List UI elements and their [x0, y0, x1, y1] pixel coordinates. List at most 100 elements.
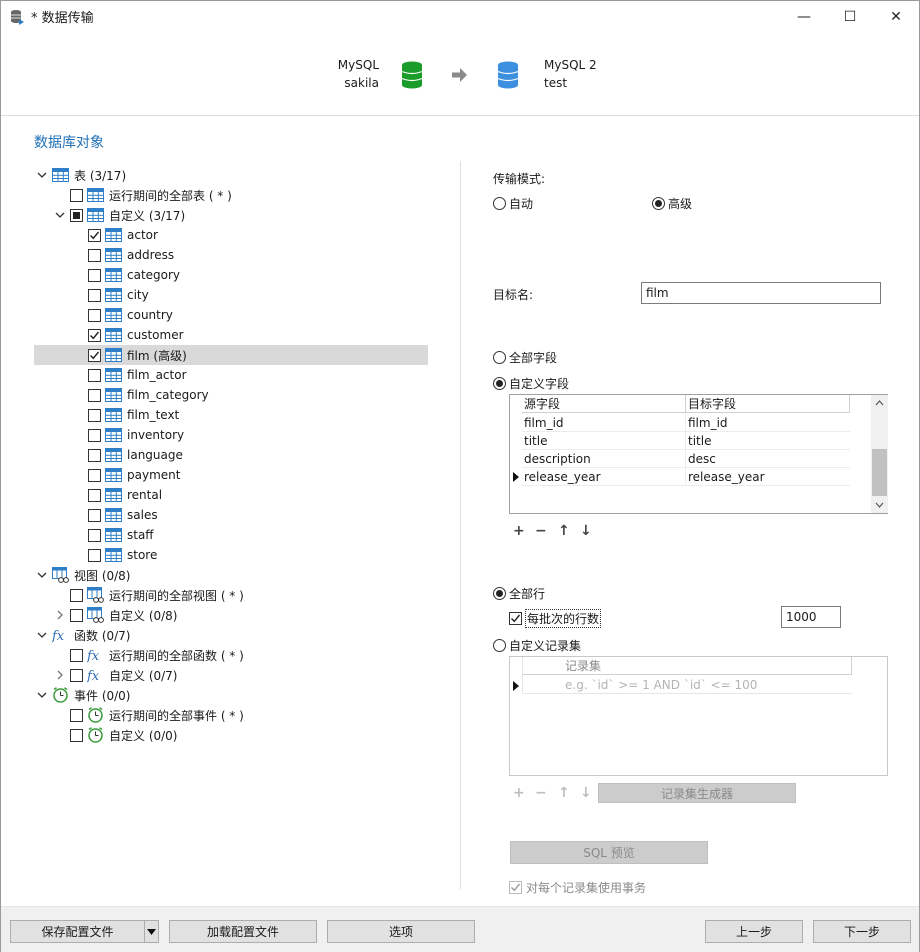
scroll-down-icon[interactable] — [874, 500, 885, 510]
save-profile-button[interactable]: 保存配置文件 — [10, 920, 145, 943]
chevron-down-icon[interactable] — [36, 169, 48, 181]
tree-checkbox[interactable] — [70, 648, 83, 662]
tree-row-table-item[interactable]: category — [34, 265, 428, 285]
tree-row-table-item[interactable]: language — [34, 445, 428, 465]
tree-row-table-item[interactable]: city — [34, 285, 428, 305]
move-recordset-down-button[interactable]: ↓ — [580, 785, 592, 801]
tree-row-table-item[interactable]: film_text — [34, 405, 428, 425]
scroll-up-icon[interactable] — [874, 398, 885, 408]
source-field-cell[interactable]: film_id — [522, 414, 686, 432]
tree-row-custom-events[interactable]: 自定义 (0/0) — [34, 725, 428, 745]
tree-row-table-item[interactable]: film_actor — [34, 365, 428, 385]
tree-row-table-item[interactable]: film (高级) — [34, 345, 428, 365]
tree-checkbox[interactable] — [88, 248, 101, 262]
tree-row-table-item[interactable]: store — [34, 545, 428, 565]
save-profile-dropdown-button[interactable] — [144, 920, 159, 943]
tree-row-events-group[interactable]: 事件 (0/0) — [34, 685, 428, 705]
add-field-button[interactable]: + — [513, 523, 525, 539]
tree-checkbox[interactable] — [88, 288, 101, 302]
chevron-down-icon[interactable] — [36, 569, 48, 581]
chevron-right-icon[interactable] — [54, 669, 66, 681]
rows-per-batch-checkbox[interactable]: 每批次的行数 — [509, 609, 602, 628]
tree-checkbox[interactable] — [88, 548, 101, 562]
next-button[interactable]: 下一步 — [813, 920, 911, 943]
maximize-button[interactable]: ☐ — [827, 1, 873, 32]
tree-row-all-runtime-functions[interactable]: 运行期间的全部函数 ( * ) — [34, 645, 428, 665]
tree-checkbox[interactable] — [88, 268, 101, 282]
tree-checkbox[interactable] — [70, 708, 83, 722]
tree-row-table-item[interactable]: sales — [34, 505, 428, 525]
load-profile-button[interactable]: 加载配置文件 — [169, 920, 317, 943]
tree-row-tables-group[interactable]: 表 (3/17) — [34, 165, 428, 185]
tree-checkbox[interactable] — [70, 588, 83, 602]
all-rows-radio[interactable]: 全部行 — [493, 585, 545, 602]
all-fields-radio[interactable]: 全部字段 — [493, 349, 557, 366]
tree-row-custom-tables[interactable]: 自定义 (3/17) — [34, 205, 428, 225]
tree-row-table-item[interactable]: actor — [34, 225, 428, 245]
tree-row-custom-views[interactable]: 自定义 (0/8) — [34, 605, 428, 625]
tree-checkbox[interactable] — [70, 728, 83, 742]
tree-row-all-runtime-events[interactable]: 运行期间的全部事件 ( * ) — [34, 705, 428, 725]
recordset-condition-cell[interactable]: e.g. `id` >= 1 AND `id` <= 100 — [522, 676, 852, 694]
move-field-up-button[interactable]: ↑ — [558, 523, 570, 539]
tree-checkbox[interactable] — [88, 508, 101, 522]
tree-row-table-item[interactable]: film_category — [34, 385, 428, 405]
target-field-cell[interactable]: release_year — [686, 468, 850, 486]
tree-row-table-item[interactable]: payment — [34, 465, 428, 485]
tree-row-table-item[interactable]: inventory — [34, 425, 428, 445]
tree-checkbox[interactable] — [88, 468, 101, 482]
tree-row-all-runtime-views[interactable]: 运行期间的全部视图 ( * ) — [34, 585, 428, 605]
tree-checkbox[interactable] — [88, 388, 101, 402]
tree-row-views-group[interactable]: 视图 (0/8) — [34, 565, 428, 585]
mode-auto-radio[interactable]: 自动 — [493, 195, 533, 212]
options-button[interactable]: 选项 — [327, 920, 475, 943]
tree-checkbox[interactable] — [88, 348, 101, 362]
recordset-grid[interactable]: 记录集 e.g. `id` >= 1 AND `id` <= 100 — [509, 656, 888, 776]
tree-row-table-item[interactable]: rental — [34, 485, 428, 505]
target-field-header[interactable]: 目标字段 — [686, 395, 850, 413]
move-field-down-button[interactable]: ↓ — [580, 523, 592, 539]
tree-checkbox[interactable] — [70, 668, 83, 682]
close-button[interactable]: ✕ — [873, 1, 919, 32]
custom-recordset-radio[interactable]: 自定义记录集 — [493, 637, 581, 654]
tree-checkbox[interactable] — [88, 428, 101, 442]
custom-fields-radio[interactable]: 自定义字段 — [493, 375, 569, 392]
target-field-cell[interactable]: desc — [686, 450, 850, 468]
tree-checkbox[interactable] — [70, 208, 83, 222]
chevron-down-icon[interactable] — [36, 689, 48, 701]
previous-button[interactable]: 上一步 — [705, 920, 803, 943]
tree-checkbox[interactable] — [88, 328, 101, 342]
tree-checkbox[interactable] — [88, 448, 101, 462]
move-recordset-up-button[interactable]: ↑ — [558, 785, 570, 801]
tree-row-table-item[interactable]: country — [34, 305, 428, 325]
tree-row-all-runtime-tables[interactable]: 运行期间的全部表 ( * ) — [34, 185, 428, 205]
remove-recordset-button[interactable]: − — [535, 785, 547, 801]
tree-checkbox[interactable] — [88, 528, 101, 542]
tree-row-table-item[interactable]: customer — [34, 325, 428, 345]
sql-preview-button[interactable]: SQL 预览 — [510, 841, 708, 864]
target-field-cell[interactable]: title — [686, 432, 850, 450]
tree-row-functions-group[interactable]: 函数 (0/7) — [34, 625, 428, 645]
field-grid-scrollbar[interactable] — [871, 395, 888, 513]
add-recordset-button[interactable]: + — [513, 785, 525, 801]
tree-checkbox[interactable] — [88, 368, 101, 382]
scrollbar-thumb[interactable] — [872, 449, 887, 496]
source-field-header[interactable]: 源字段 — [522, 395, 686, 413]
chevron-right-icon[interactable] — [54, 609, 66, 621]
chevron-down-icon[interactable] — [36, 629, 48, 641]
tree-row-table-item[interactable]: staff — [34, 525, 428, 545]
tree-checkbox[interactable] — [70, 188, 83, 202]
tree-row-custom-functions[interactable]: 自定义 (0/7) — [34, 665, 428, 685]
tree-row-table-item[interactable]: address — [34, 245, 428, 265]
mode-advanced-radio[interactable]: 高级 — [652, 195, 692, 212]
source-field-cell[interactable]: release_year — [522, 468, 686, 486]
recordset-builder-button[interactable]: 记录集生成器 — [598, 783, 796, 803]
tree-checkbox[interactable] — [88, 408, 101, 422]
tree-checkbox[interactable] — [70, 608, 83, 622]
tree-checkbox[interactable] — [88, 228, 101, 242]
remove-field-button[interactable]: − — [535, 523, 547, 539]
minimize-button[interactable]: — — [781, 1, 827, 32]
field-mapping-grid[interactable]: 源字段 目标字段 film_id film_id title title descrip… — [509, 394, 888, 514]
target-field-cell[interactable]: film_id — [686, 414, 850, 432]
tree-checkbox[interactable] — [88, 488, 101, 502]
